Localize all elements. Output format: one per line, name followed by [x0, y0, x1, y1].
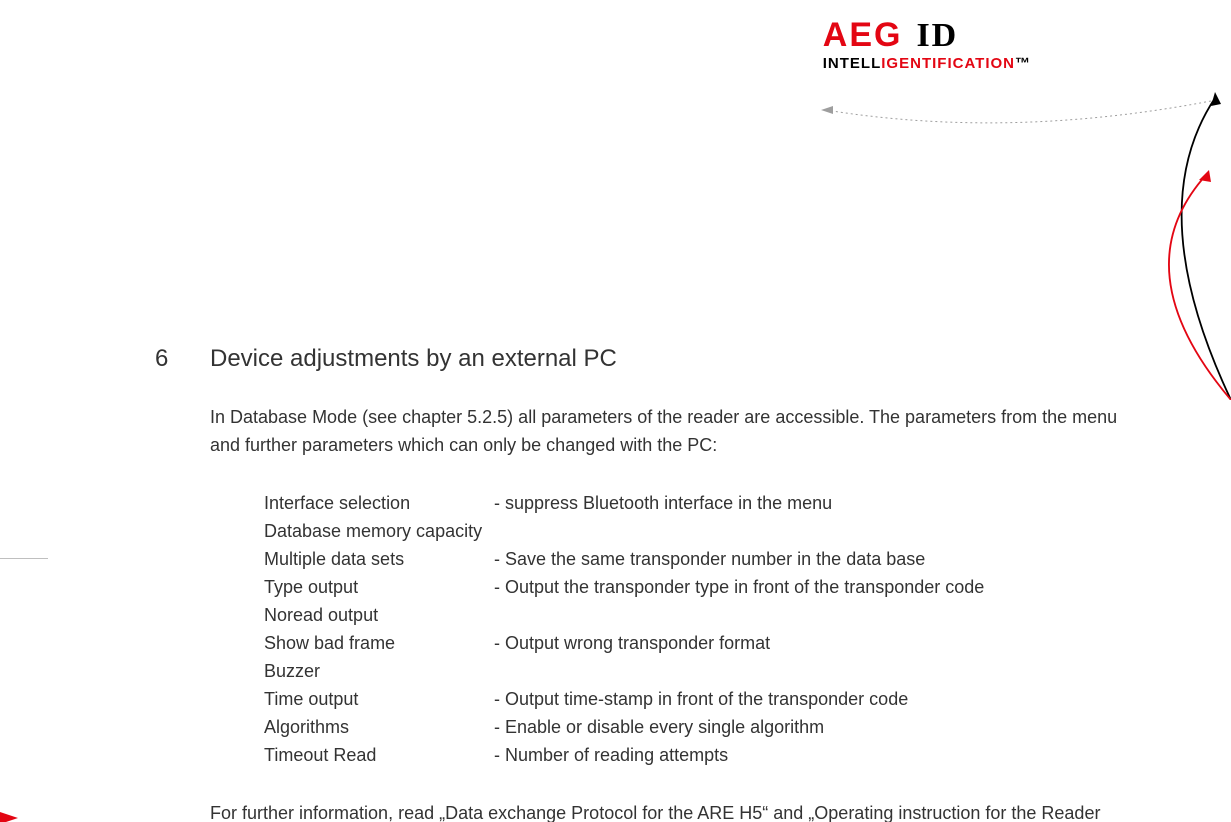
- param-desc: [494, 517, 1135, 545]
- param-label: Timeout Read: [264, 741, 494, 769]
- param-label: Multiple data sets: [264, 545, 494, 573]
- brand-logo-line1: AEG ID: [823, 18, 1031, 53]
- outro-paragraph: For further information, read „Data exch…: [210, 799, 1135, 822]
- list-item: Database memory capacity: [264, 517, 1135, 545]
- param-label: Type output: [264, 573, 494, 601]
- intro-paragraph: In Database Mode (see chapter 5.2.5) all…: [210, 403, 1135, 459]
- list-item: Algorithms - Enable or disable every sin…: [264, 713, 1135, 741]
- list-item: Type output - Output the transponder typ…: [264, 573, 1135, 601]
- section-number: 6: [155, 345, 210, 373]
- margin-mark-gray: [0, 558, 48, 559]
- tagline-part3: IFICATION: [932, 55, 1015, 72]
- tagline-part1: INTELL: [823, 55, 882, 72]
- param-label: Time output: [264, 685, 494, 713]
- param-desc: [494, 657, 1135, 685]
- param-label: Buzzer: [264, 657, 494, 685]
- tagline-part2: IGENT: [881, 55, 932, 72]
- brand-logo: AEG ID INTELLIGENTIFICATION™: [823, 18, 1031, 72]
- brand-id: ID: [916, 17, 958, 54]
- param-desc: - suppress Bluetooth interface in the me…: [494, 489, 1135, 517]
- list-item: Buzzer: [264, 657, 1135, 685]
- list-item: Show bad frame - Output wrong transponde…: [264, 629, 1135, 657]
- param-desc: [494, 601, 1135, 629]
- param-label: Interface selection: [264, 489, 494, 517]
- margin-mark-red: [0, 812, 18, 822]
- section-heading: 6 Device adjustments by an external PC: [155, 345, 1135, 373]
- list-item: Noread output: [264, 601, 1135, 629]
- list-item: Multiple data sets - Save the same trans…: [264, 545, 1135, 573]
- param-label: Database memory capacity: [264, 517, 494, 545]
- param-desc: - Enable or disable every single algorit…: [494, 713, 1135, 741]
- list-item: Timeout Read - Number of reading attempt…: [264, 741, 1135, 769]
- param-label: Noread output: [264, 601, 494, 629]
- parameter-list: Interface selection - suppress Bluetooth…: [264, 489, 1135, 769]
- param-desc: - Output the transponder type in front o…: [494, 573, 1135, 601]
- param-label: Algorithms: [264, 713, 494, 741]
- param-desc: - Output time-stamp in front of the tran…: [494, 685, 1135, 713]
- param-desc: - Save the same transponder number in th…: [494, 545, 1135, 573]
- list-item: Interface selection - suppress Bluetooth…: [264, 489, 1135, 517]
- brand-aeg: AEG: [823, 16, 903, 54]
- list-item: Time output - Output time-stamp in front…: [264, 685, 1135, 713]
- tagline-tm: ™: [1015, 55, 1031, 72]
- param-label: Show bad frame: [264, 629, 494, 657]
- page-content: 6 Device adjustments by an external PC I…: [155, 345, 1135, 822]
- brand-tagline: INTELLIGENTIFICATION™: [823, 55, 1031, 72]
- section-title: Device adjustments by an external PC: [210, 345, 617, 373]
- param-desc: - Output wrong transponder format: [494, 629, 1135, 657]
- param-desc: - Number of reading attempts: [494, 741, 1135, 769]
- section-body: In Database Mode (see chapter 5.2.5) all…: [210, 403, 1135, 822]
